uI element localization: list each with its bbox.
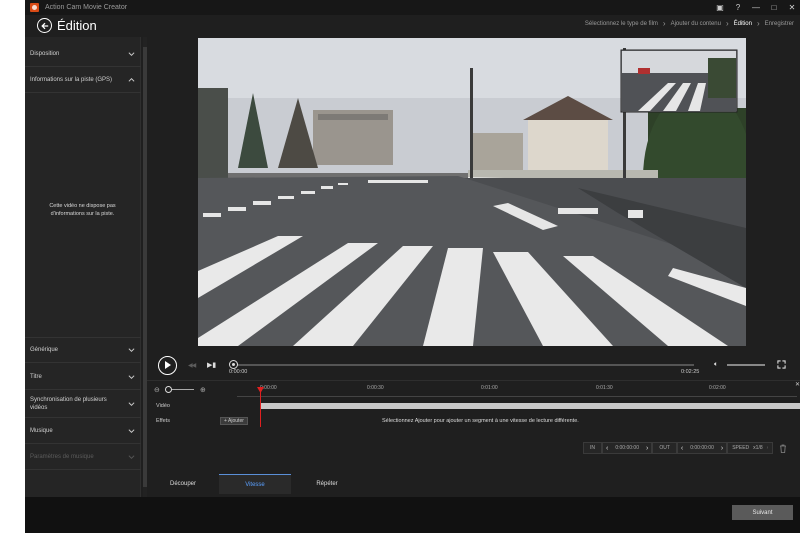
section-disposition[interactable]: Disposition	[25, 41, 141, 67]
play-button[interactable]	[158, 356, 177, 375]
app-logo-icon	[30, 3, 39, 12]
title-bar: Action Cam Movie Creator ▣ ? — □ ✕	[25, 0, 800, 15]
page-title: Édition	[57, 18, 97, 33]
chevron-right-icon: ›	[756, 19, 760, 28]
zoom-in-icon[interactable]: ⊕	[200, 386, 206, 394]
zoom-handle[interactable]	[165, 386, 172, 393]
edit-tabs: Découper Vitesse Répéter	[147, 474, 363, 494]
section-label: Générique	[30, 347, 59, 353]
out-label: OUT	[659, 445, 670, 451]
chevron-right-icon[interactable]: ›	[718, 445, 726, 452]
playhead[interactable]	[260, 389, 261, 427]
next-button[interactable]: Suivant	[732, 505, 793, 520]
ruler-label: 0:01:30	[596, 385, 613, 391]
segment-controls: IN ‹ 0:00:00:00 › OUT ‹ 0:00:00:00 › SPE…	[583, 442, 787, 454]
speed-field[interactable]: SPEED x1/8 ›	[727, 442, 774, 454]
section-generique[interactable]: Générique	[25, 337, 141, 363]
track-label-video: Vidéo	[156, 403, 170, 409]
total-time: 0:02:25	[681, 369, 700, 375]
in-time-field[interactable]: ‹ 0:00:00:00 ›	[602, 442, 653, 454]
breadcrumb-step-edit: Édition	[733, 21, 752, 27]
seek-bar[interactable]	[231, 364, 694, 366]
breadcrumb-step-type[interactable]: Sélectionnez le type de film	[585, 21, 658, 27]
minimize-icon[interactable]: —	[752, 0, 760, 15]
gps-empty-message: Cette vidéo ne dispose pas d'information…	[49, 203, 116, 217]
ruler-label: 0:02:00	[709, 385, 726, 391]
app-title: Action Cam Movie Creator	[45, 4, 128, 11]
trash-icon[interactable]	[779, 444, 787, 453]
ruler-label: 0:01:00	[481, 385, 498, 391]
help-icon[interactable]: ?	[734, 0, 742, 15]
current-time: 0:00:00	[229, 369, 248, 375]
footer-bar: Suivant	[25, 497, 800, 533]
volume-slider[interactable]	[727, 364, 765, 366]
section-label: Musique	[30, 427, 53, 434]
out-time-field[interactable]: ‹ 0:00:00:00 ›	[676, 442, 728, 454]
speed-hint: Sélectionnez Ajouter pour ajouter un seg…	[382, 418, 579, 424]
track-label-effects: Effets	[156, 418, 170, 424]
section-label: Informations sur la piste (GPS)	[30, 76, 113, 83]
chevron-left-icon[interactable]: ‹	[603, 445, 611, 452]
toolbox-icon[interactable]: ▣	[716, 0, 724, 15]
video-frame-image	[198, 38, 746, 346]
video-preview	[198, 38, 746, 346]
ruler-label: 0:00:30	[367, 385, 384, 391]
chevron-down-icon	[128, 454, 135, 459]
chevron-down-icon	[128, 51, 135, 56]
tab-decouper[interactable]: Découper	[147, 474, 219, 494]
in-label: IN	[590, 445, 595, 451]
section-gps[interactable]: Informations sur la piste (GPS)	[25, 67, 141, 93]
seek-handle[interactable]	[229, 360, 238, 369]
page-header: Édition Sélectionnez le type de film › A…	[25, 15, 800, 37]
fullscreen-icon[interactable]	[777, 360, 786, 369]
arrow-left-icon	[40, 22, 48, 29]
next-frame-icon[interactable]: ▶▮	[207, 361, 216, 369]
breadcrumb-step-save[interactable]: Enregistrer	[765, 21, 794, 27]
chevron-down-icon	[128, 374, 135, 379]
volume-icon[interactable]: 🔈︎	[714, 361, 718, 369]
zoom-out-icon[interactable]: ⊖	[154, 386, 160, 394]
section-label: Titre	[30, 373, 42, 380]
section-sync[interactable]: Synchronisation de plusieurs vidéos	[25, 390, 141, 418]
out-point-button[interactable]: OUT	[652, 442, 677, 454]
chevron-down-icon	[128, 428, 135, 433]
video-track[interactable]	[261, 403, 800, 409]
previous-frame-icon[interactable]: ◀◀	[188, 362, 196, 369]
in-time-value: 0:00:00:00	[615, 445, 639, 451]
section-label: Disposition	[30, 50, 60, 57]
section-music-settings: Paramètres de musique	[25, 444, 141, 470]
window-controls: ▣ ? — □ ✕	[716, 0, 796, 15]
chevron-left-icon[interactable]: ‹	[678, 445, 686, 452]
app-window: Action Cam Movie Creator ▣ ? — □ ✕ Éditi…	[25, 0, 800, 533]
back-button[interactable]	[37, 18, 52, 33]
chevron-up-icon	[128, 77, 135, 82]
chevron-right-icon: ›	[725, 19, 729, 28]
speed-value: x1/8	[753, 445, 763, 451]
in-point-button[interactable]: IN	[583, 442, 602, 454]
tab-vitesse[interactable]: Vitesse	[219, 474, 291, 494]
section-titre[interactable]: Titre	[25, 364, 141, 390]
chevron-down-icon	[128, 348, 135, 353]
section-label: Synchronisation de plusieurs vidéos	[30, 396, 107, 411]
add-effect-button[interactable]: + Ajouter	[220, 417, 248, 425]
speed-label: SPEED	[732, 445, 750, 451]
chevron-down-icon	[128, 401, 135, 406]
chevron-right-icon[interactable]: ›	[767, 445, 769, 451]
timeline-panel: ⊖ ⊕ ✕ 0:00:00 0:00:30 0:01:00 0:01:30 0:…	[147, 380, 800, 472]
zoom-slider[interactable]	[172, 389, 194, 390]
section-musique[interactable]: Musique	[25, 418, 141, 444]
chevron-right-icon: ›	[662, 19, 666, 28]
settings-panel: Disposition Informations sur la piste (G…	[25, 37, 141, 497]
breadcrumb: Sélectionnez le type de film › Ajouter d…	[585, 19, 794, 28]
section-label: Paramètres de musique	[30, 453, 94, 460]
tab-repeter[interactable]: Répéter	[291, 474, 363, 494]
breadcrumb-step-content[interactable]: Ajouter du contenu	[671, 21, 721, 27]
ruler-baseline	[237, 396, 797, 397]
add-button-label: Ajouter	[228, 418, 244, 424]
out-time-value: 0:00:00:00	[690, 445, 714, 451]
maximize-icon[interactable]: □	[770, 0, 778, 15]
chevron-right-icon[interactable]: ›	[643, 445, 651, 452]
close-icon[interactable]: ✕	[788, 0, 796, 15]
